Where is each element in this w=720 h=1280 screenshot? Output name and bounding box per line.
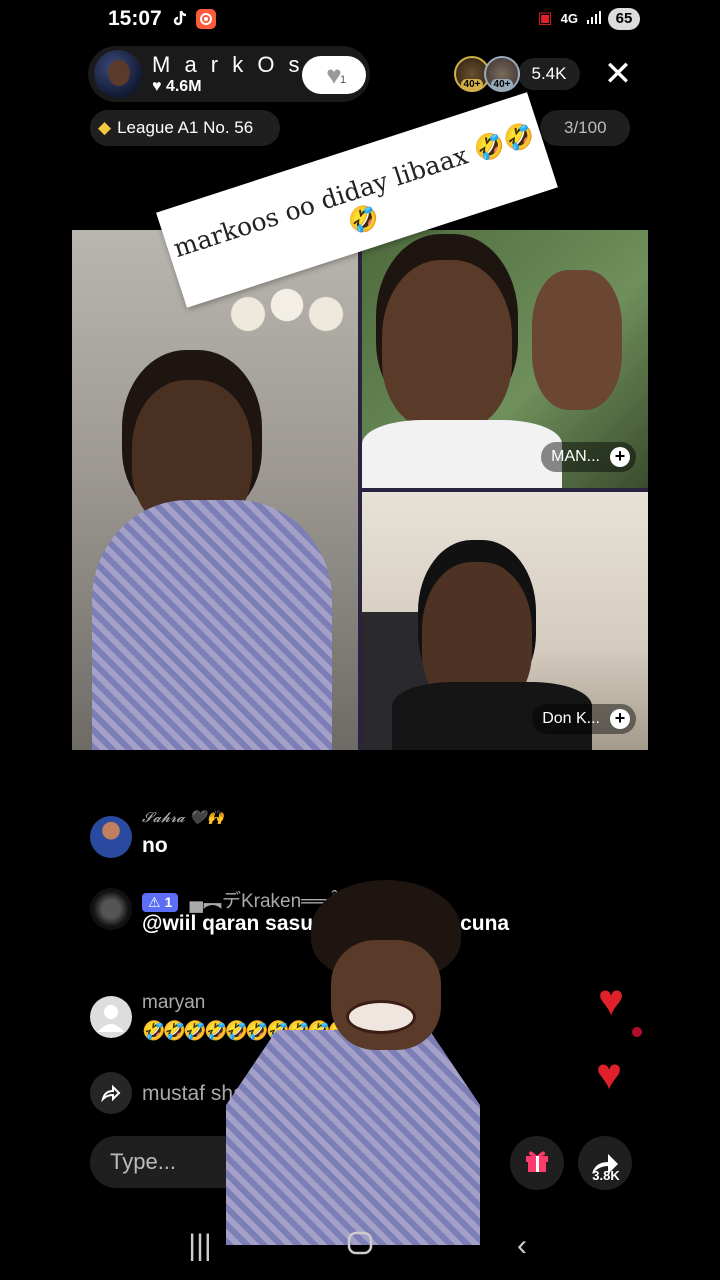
guest-name: MAN...: [551, 448, 600, 465]
recent-apps-icon[interactable]: |||: [180, 1228, 220, 1264]
guest-1-shirt: [362, 420, 562, 488]
viewer-badge: 40+: [490, 79, 514, 90]
guest-video-2[interactable]: Don K... +: [362, 492, 648, 750]
screen-record-icon: [196, 9, 216, 29]
comment-item[interactable]: 𝓢𝓪𝓱𝓻𝓪 🖤🙌 no: [90, 810, 590, 860]
diamond-icon: ◆: [98, 118, 112, 137]
league-badge[interactable]: ◆ League A1 No. 56: [90, 110, 280, 146]
host-avatar[interactable]: [92, 48, 144, 100]
host-video[interactable]: [72, 230, 358, 750]
person-cutout-overlay: [226, 880, 480, 1245]
share-arrow-icon[interactable]: [90, 1072, 132, 1114]
commenter-avatar[interactable]: [90, 816, 132, 858]
battery-indicator: 65: [608, 8, 640, 30]
plus-icon[interactable]: +: [610, 709, 630, 729]
host-shirt: [92, 500, 332, 750]
commenter-name: maryan: [142, 992, 206, 1013]
cutout-head: [311, 880, 461, 1050]
commenter-avatar[interactable]: [90, 888, 132, 930]
viewer-count[interactable]: 5.4K: [518, 58, 580, 90]
share-count: 3.8K: [592, 1168, 620, 1183]
status-bar: 15:07 ▣ 4G 65: [0, 0, 720, 40]
commenter-name: 𝓢𝓪𝓱𝓻𝓪 🖤🙌: [142, 810, 225, 826]
follow-count: 1: [340, 74, 347, 86]
plus-icon[interactable]: +: [610, 447, 630, 467]
network-label: 4G: [560, 10, 578, 26]
viewer-badge: 40+: [460, 79, 484, 90]
back-icon[interactable]: ‹: [502, 1228, 542, 1264]
guest-tag-2[interactable]: Don K... +: [532, 704, 636, 734]
comment-text: no: [142, 834, 168, 857]
guest-name: Don K...: [542, 710, 600, 727]
guest-1-person: [382, 260, 512, 430]
guest-tag-1[interactable]: MAN... +: [541, 442, 636, 472]
league-label: League A1 No. 56: [117, 118, 254, 137]
cutout-mouth: [346, 1000, 416, 1034]
gift-button[interactable]: [510, 1136, 564, 1190]
cast-icon: ▣: [537, 10, 553, 27]
floating-heart-icon: ♥: [598, 976, 625, 1025]
signal-icon: [586, 9, 602, 28]
top-viewer-avatar-2[interactable]: 40+: [484, 56, 520, 92]
waving-hand: [532, 270, 622, 410]
default-avatar-icon[interactable]: [90, 996, 132, 1038]
tiktok-icon: [170, 9, 190, 29]
close-icon[interactable]: ✕: [600, 56, 636, 92]
status-time: 15:07: [108, 7, 162, 30]
progress-badge[interactable]: 3/100: [540, 110, 630, 146]
host-likes: ♥ 4.6M: [152, 78, 202, 95]
gift-icon: [522, 1145, 552, 1182]
multi-guest-video-grid: MAN... + Don K... +: [72, 230, 648, 750]
floating-dot: [632, 1027, 642, 1037]
follow-button[interactable]: ♥ 1: [302, 56, 366, 94]
cutout-shirt: [226, 1030, 480, 1245]
guest-video-1[interactable]: MAN... +: [362, 230, 648, 488]
home-icon[interactable]: [340, 1228, 380, 1264]
floating-heart-icon: ♥: [596, 1050, 623, 1099]
